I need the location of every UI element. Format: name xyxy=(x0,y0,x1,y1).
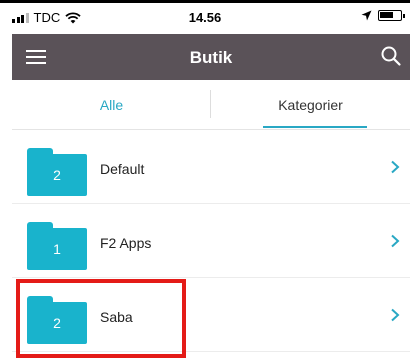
location-icon xyxy=(361,10,372,21)
list-item-label: Default xyxy=(100,161,145,177)
active-tab-indicator xyxy=(263,126,367,128)
status-bar: TDC 14.56 xyxy=(0,3,410,31)
search-icon[interactable] xyxy=(380,45,402,67)
segment-tabs: Alle Kategorier xyxy=(12,80,410,130)
folder-icon: 2 xyxy=(27,296,87,344)
chevron-right-icon xyxy=(391,308,400,322)
app-header: Butik xyxy=(12,34,410,80)
list-item-saba[interactable]: 2 Saba xyxy=(12,278,410,352)
category-list: 2 Default 1 F2 Apps 2 Saba xyxy=(12,130,410,352)
list-item-f2-apps[interactable]: 1 F2 Apps xyxy=(12,204,410,278)
tab-categories[interactable]: Kategorier xyxy=(211,80,410,130)
list-item-default[interactable]: 2 Default xyxy=(12,130,410,204)
folder-icon: 1 xyxy=(27,222,87,270)
clock: 14.56 xyxy=(188,10,222,25)
list-item-label: Saba xyxy=(100,309,133,325)
battery-icon xyxy=(378,10,405,21)
chevron-right-icon xyxy=(391,234,400,248)
chevron-right-icon xyxy=(391,160,400,174)
tab-all[interactable]: Alle xyxy=(12,80,211,130)
folder-count: 1 xyxy=(27,228,87,270)
list-item-label: F2 Apps xyxy=(100,235,152,251)
status-bar-right xyxy=(361,10,405,21)
folder-icon: 2 xyxy=(27,148,87,196)
folder-count: 2 xyxy=(27,302,87,344)
folder-count: 2 xyxy=(27,154,87,196)
page-title: Butik xyxy=(189,48,233,67)
